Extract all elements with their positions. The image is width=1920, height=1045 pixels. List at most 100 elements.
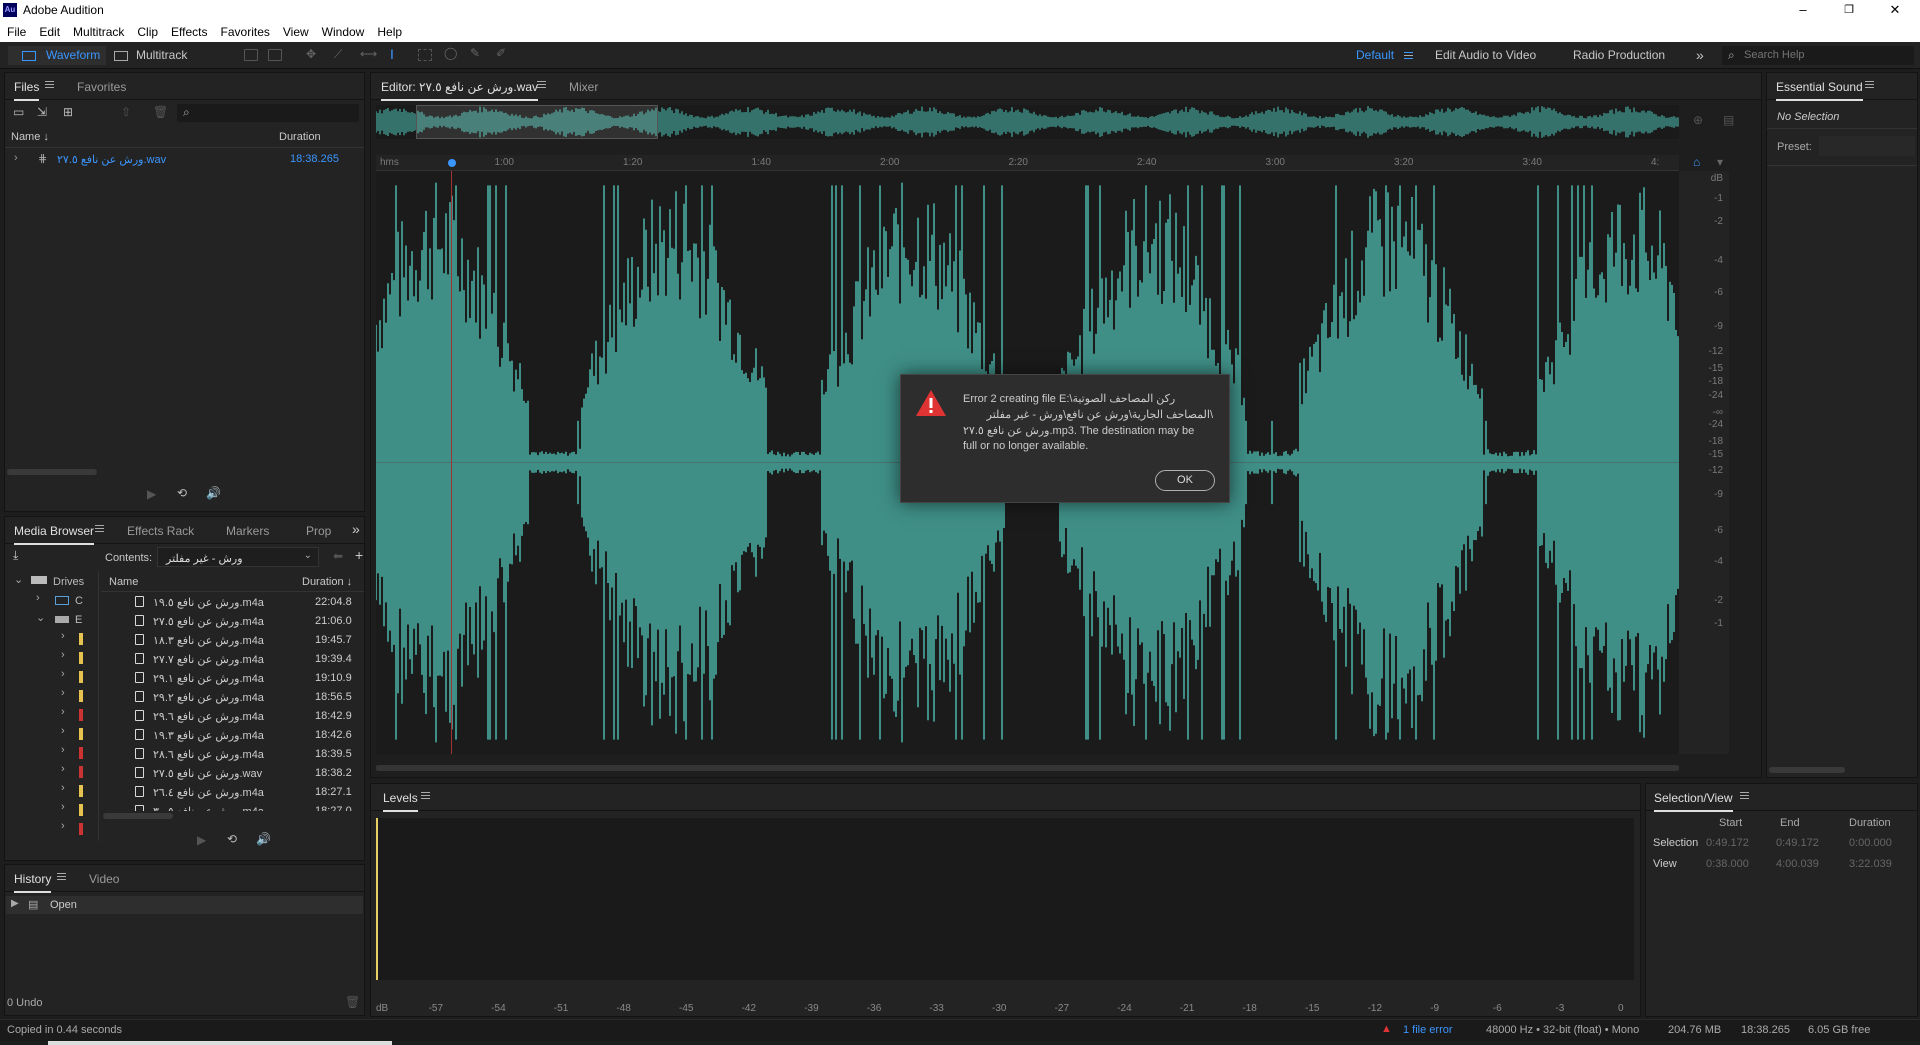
overview-view-range[interactable] <box>416 105 658 139</box>
expand-chevron-icon[interactable]: › <box>61 820 65 832</box>
expand-chevron-icon[interactable]: › <box>36 592 40 604</box>
time-ruler[interactable]: hms 1:00 1:20 1:40 2:00 2:20 2:40 3:00 3:20 3:40 4… <box>376 155 1679 171</box>
media-file-row[interactable]: ورش عن نافع ٢٨.٦.m4a 18:39.5 <box>101 745 364 764</box>
minimize-button[interactable]: – <box>1788 1 1818 19</box>
media-browser-menu-icon[interactable] <box>95 525 104 532</box>
media-scrollbar[interactable] <box>103 813 173 819</box>
levels-menu-icon[interactable] <box>421 792 430 799</box>
view-start[interactable]: 0:38.000 <box>1706 858 1749 870</box>
workspace-default[interactable]: Default <box>1356 47 1394 64</box>
delete-icon[interactable]: 🗑 <box>153 105 168 119</box>
tree-item-folder[interactable]: › <box>5 801 98 820</box>
expand-chevron-icon[interactable]: › <box>61 649 65 661</box>
tab-favorites[interactable]: Favorites <box>77 80 126 94</box>
history-item[interactable]: ▶ ▤ Open <box>6 896 363 914</box>
open-file-icon[interactable]: ▭ <box>13 105 24 119</box>
tab-video[interactable]: Video <box>89 872 119 886</box>
tree-item-folder[interactable]: › <box>5 668 98 687</box>
ok-button[interactable]: OK <box>1155 470 1215 491</box>
play-preview-icon[interactable]: ▶ <box>147 487 156 501</box>
media-file-row[interactable]: ورش عن نافع ٢٩.١.m4a 19:10.9 <box>101 669 364 688</box>
marker-icon[interactable]: ▾ <box>1717 155 1723 169</box>
tree-item-drive-c[interactable]: › C <box>5 592 98 611</box>
selection-view-menu-icon[interactable] <box>1740 792 1749 799</box>
import-file-icon[interactable]: ⇲ <box>37 105 47 119</box>
slip-tool-icon[interactable]: ⟷ <box>360 47 377 61</box>
brush-tool-icon[interactable]: ✎ <box>470 46 484 60</box>
chevron-down-icon[interactable]: ⌄ <box>36 611 45 624</box>
media-col-duration[interactable]: Duration ↓ <box>302 576 352 588</box>
menu-file[interactable]: File <box>7 25 26 39</box>
more-workspaces-button[interactable]: » <box>1696 47 1704 64</box>
insert-into-multitrack-icon[interactable]: ⇧ <box>121 105 131 119</box>
new-file-icon[interactable]: ⊞ <box>63 105 73 119</box>
marquee-tool-icon[interactable] <box>418 49 432 61</box>
loop-preview-icon[interactable]: ⟲ <box>227 832 237 846</box>
essential-scrollbar[interactable] <box>1769 767 1845 773</box>
tree-item-folder[interactable]: › <box>5 630 98 649</box>
expand-chevron-icon[interactable]: › <box>61 687 65 699</box>
razor-tool-icon[interactable]: ⟋ <box>334 47 348 61</box>
media-file-row[interactable]: ورش عن نافع ٢٧.٥.wav 18:38.2 <box>101 764 364 783</box>
expand-chevron-icon[interactable]: › <box>61 763 65 775</box>
back-arrow-icon[interactable]: ⬅ <box>333 549 343 563</box>
tree-item-folder[interactable]: › <box>5 706 98 725</box>
menu-multitrack[interactable]: Multitrack <box>73 25 124 39</box>
editor-menu-icon[interactable] <box>537 81 546 88</box>
menu-window[interactable]: Window <box>322 25 365 39</box>
media-file-row[interactable]: ورش عن نافع ٢٧.٧.m4a 19:39.4 <box>101 650 364 669</box>
more-panels-button[interactable]: » <box>352 521 360 537</box>
expand-chevron-icon[interactable]: › <box>61 782 65 794</box>
snap-icon[interactable]: ⌂ <box>1693 155 1700 169</box>
media-file-row[interactable]: ورش عن نافع ٢٧.٥.m4a 21:06.0 <box>101 612 364 631</box>
tree-item-drives[interactable]: ⌄ Drives <box>5 573 98 592</box>
tab-media-browser[interactable]: Media Browser <box>14 524 95 545</box>
expand-chevron-icon[interactable]: › <box>61 744 65 756</box>
auto-play-icon[interactable]: 🔊 <box>206 486 221 500</box>
add-shortcut-icon[interactable]: + <box>355 547 363 563</box>
workspace-menu-icon[interactable] <box>1404 52 1413 59</box>
tree-item-folder[interactable]: › <box>5 725 98 744</box>
files-col-duration[interactable]: Duration <box>279 131 321 143</box>
expand-chevron-icon[interactable]: › <box>61 725 65 737</box>
chevron-down-icon[interactable]: ⌄ <box>14 573 23 586</box>
spot-healing-icon[interactable]: ✐ <box>496 46 510 60</box>
zoom-icon[interactable]: ⊕ <box>1693 113 1703 127</box>
scroll-options-icon[interactable]: ▤ <box>1723 113 1734 127</box>
tab-properties[interactable]: Prop <box>306 524 331 538</box>
media-file-row[interactable]: ورش عن نافع ٣٠.٥.m4a 18:27.0 <box>101 802 364 811</box>
close-button[interactable]: ✕ <box>1880 1 1910 19</box>
menu-effects[interactable]: Effects <box>171 25 207 39</box>
tab-history[interactable]: History <box>14 872 52 893</box>
tree-item-folder[interactable]: › <box>5 820 98 839</box>
tab-mixer[interactable]: Mixer <box>569 80 598 94</box>
view-end[interactable]: 4:00.039 <box>1776 858 1819 870</box>
view-duration[interactable]: 3:22.039 <box>1849 858 1892 870</box>
menu-clip[interactable]: Clip <box>137 25 158 39</box>
play-preview-icon[interactable]: ▶ <box>197 833 206 847</box>
files-scrollbar[interactable] <box>7 469 97 475</box>
media-file-row[interactable]: ورش عن نافع ١٨.٣.m4a 19:45.7 <box>101 631 364 650</box>
editor-hscroll[interactable] <box>376 765 1679 771</box>
tab-editor[interactable]: Editor: ورش عن نافع ٢٧.٥.wav <box>381 80 539 101</box>
media-file-row[interactable]: ورش عن نافع ١٩.٥.m4a 22:04.8 <box>101 593 364 612</box>
move-tool-icon[interactable]: ✥ <box>306 47 320 61</box>
tab-files[interactable]: Files <box>14 80 40 101</box>
auto-play-icon[interactable]: 🔊 <box>256 832 271 846</box>
expand-chevron-icon[interactable]: › <box>14 152 18 164</box>
playhead-handle[interactable] <box>448 159 456 167</box>
tree-item-folder[interactable]: › <box>5 687 98 706</box>
loop-preview-icon[interactable]: ⟲ <box>177 486 187 500</box>
lasso-tool-icon[interactable]: ◯ <box>444 46 458 60</box>
multitrack-view-button[interactable]: Multitrack <box>110 46 194 65</box>
menu-edit[interactable]: Edit <box>39 25 60 39</box>
tree-item-folder[interactable]: › <box>5 782 98 801</box>
restore-button[interactable]: ❐ <box>1834 1 1864 19</box>
file-error-link[interactable]: 1 file error <box>1403 1024 1453 1036</box>
time-selection-tool-icon[interactable]: I <box>390 46 404 62</box>
workspace-edit-audio-to-video[interactable]: Edit Audio to Video <box>1435 47 1536 64</box>
download-icon[interactable]: ⤓ <box>13 548 18 563</box>
selection-duration[interactable]: 0:00.000 <box>1849 837 1892 849</box>
tab-effects-rack[interactable]: Effects Rack <box>127 524 194 538</box>
files-col-name[interactable]: Name ↓ <box>11 131 49 143</box>
